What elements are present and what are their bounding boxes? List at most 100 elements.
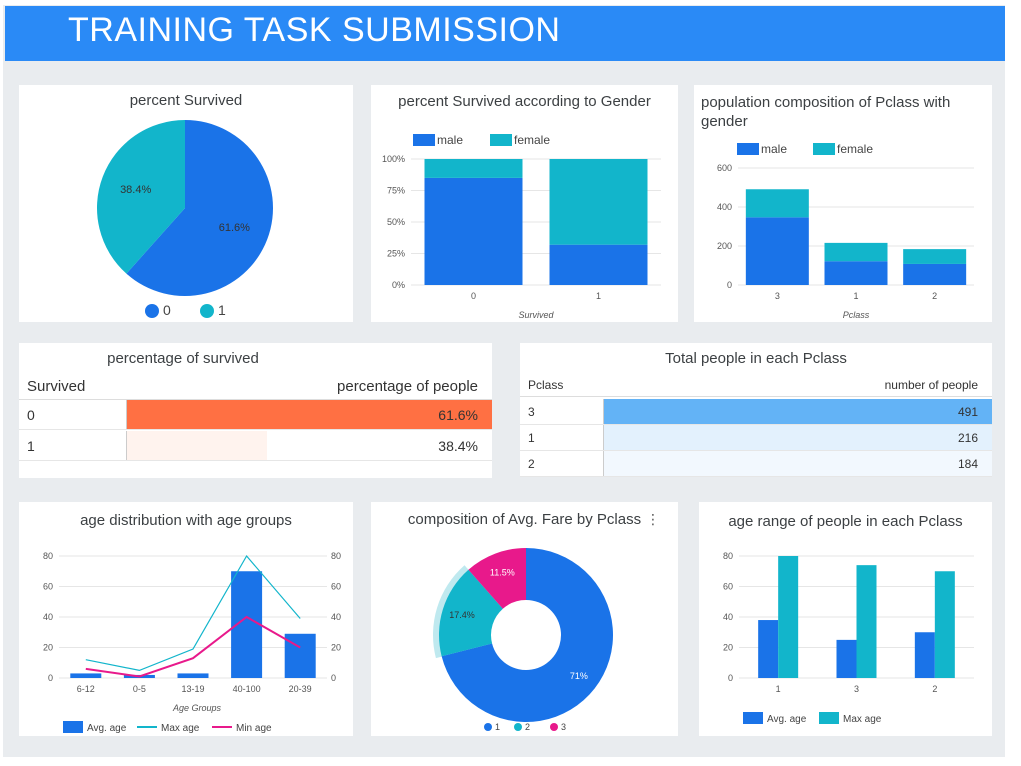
column-header-number[interactable]: number of people <box>885 378 978 392</box>
chart-title: population composition of Pclass with ge… <box>701 94 951 130</box>
legend-label: Min age <box>236 723 272 734</box>
cell-pclass: 3 <box>528 405 535 419</box>
legend-label: 1 <box>218 302 226 318</box>
bar-segment <box>903 249 967 264</box>
legend-label: 3 <box>561 722 566 732</box>
legend-swatch <box>819 712 839 724</box>
x-tick-label: 20-39 <box>289 684 312 694</box>
bar-segment <box>824 261 888 285</box>
x-tick-label: 6-12 <box>77 684 95 694</box>
bar-segment <box>549 244 648 285</box>
x-tick-label: 0-5 <box>133 684 146 694</box>
card-population-pclass[interactable]: population composition of Pclass with ge… <box>694 85 992 322</box>
card-avg-fare[interactable]: composition of Avg. Fare by Pclass ⋮ 71%… <box>371 502 678 736</box>
data-label: 71% <box>570 671 588 681</box>
legend-swatch <box>743 712 763 724</box>
bar-segment <box>745 189 809 218</box>
bar-segment <box>903 263 967 285</box>
series-line <box>85 615 301 678</box>
legend-label: 2 <box>525 722 530 732</box>
bar-chart-age-range: 0 20 40 60 80 1 3 2 Avg. age Max age <box>723 551 974 725</box>
cell-pclass: 2 <box>528 457 535 471</box>
bar-segment <box>745 217 809 285</box>
legend-label: Max age <box>843 714 882 725</box>
value-bar <box>603 425 992 450</box>
y-tick-label: 40 <box>43 612 53 622</box>
y-tick-label: 50% <box>387 217 405 227</box>
y-tick-label: 0 <box>727 280 732 290</box>
x-tick-label: 3 <box>854 684 859 694</box>
y-tick-label: 20 <box>723 643 733 653</box>
table-title: Total people in each Pclass <box>665 350 847 367</box>
bar <box>70 673 102 678</box>
report-header: TRAINING TASK SUBMISSION <box>5 6 1005 61</box>
legend-swatch <box>63 721 83 733</box>
y-tick-label: 0 <box>331 673 336 683</box>
y-tick-label: 20 <box>43 643 53 653</box>
card-age-range[interactable]: age range of people in each Pclass 0 20 40… <box>699 502 992 736</box>
value-bar <box>603 451 992 476</box>
table-title: percentage of survived <box>107 350 259 367</box>
donut-chart-fare: 71% 17.4% 11.5% 1 2 3 <box>433 548 613 732</box>
cell-number: 216 <box>957 431 978 445</box>
bar-segment <box>549 159 648 245</box>
column-header-pclass[interactable]: Pclass <box>528 378 563 392</box>
table-row[interactable]: 1 216 <box>520 425 992 451</box>
card-percent-survived[interactable]: percent Survived 61.6% 38.4% 0 1 <box>19 85 353 322</box>
x-tick-label: 2 <box>932 291 937 301</box>
pie-chart-survived: 61.6% 38.4% 0 1 <box>97 120 273 318</box>
bar <box>914 632 935 678</box>
x-tick-label: 3 <box>775 291 780 301</box>
y-tick-label: 200 <box>717 241 732 251</box>
value-bar <box>126 431 492 460</box>
y-tick-label: 0 <box>48 673 53 683</box>
legend-swatch <box>200 304 214 318</box>
bar-segment <box>424 159 523 178</box>
legend-label: 0 <box>163 302 171 318</box>
legend-swatch <box>514 723 522 731</box>
chart-title: composition of Avg. Fare by Pclass <box>407 511 642 528</box>
legend-label: Avg. age <box>767 714 807 725</box>
legend-swatch <box>813 143 835 155</box>
card-age-distribution[interactable]: age distribution with age groups 0 0 20 20 4… <box>19 502 353 736</box>
stacked-bar-chart-gender: male female 0% 25% 50% 75% 100% 0 1 Survived <box>382 133 661 320</box>
y-tick-label: 0% <box>392 280 405 290</box>
cell-percentage: 38.4% <box>438 438 478 454</box>
table-row[interactable]: 3 491 <box>520 399 992 425</box>
column-header-survived[interactable]: Survived <box>27 378 85 395</box>
y-tick-label: 60 <box>723 582 733 592</box>
y-tick-label: 0 <box>728 673 733 683</box>
x-axis-label: Survived <box>518 310 554 320</box>
y-tick-label: 80 <box>43 551 53 561</box>
y-tick-label: 75% <box>387 186 405 196</box>
x-tick-label: 1 <box>853 291 858 301</box>
card-table-pclass[interactable]: Total people in each Pclass Pclass numbe… <box>520 343 992 477</box>
data-label: 11.5% <box>490 567 515 577</box>
table-row[interactable]: 0 61.6% <box>19 400 492 430</box>
data-label: 38.4% <box>120 184 151 196</box>
x-tick-label: 13-19 <box>181 684 204 694</box>
bar <box>177 673 209 678</box>
legend-label: male <box>437 133 463 147</box>
card-percent-survived-gender[interactable]: percent Survived according to Gender mal… <box>371 85 678 322</box>
cell-pclass: 1 <box>528 431 535 445</box>
y-tick-label: 600 <box>717 163 732 173</box>
card-table-survived[interactable]: percentage of survived Survived percenta… <box>19 343 492 478</box>
column-header-percentage[interactable]: percentage of people <box>337 378 478 395</box>
legend-label: Avg. age <box>87 723 127 734</box>
table-row[interactable]: 2 184 <box>520 451 992 477</box>
value-bar <box>126 400 492 429</box>
bar-segment <box>424 177 523 285</box>
more-options-icon[interactable]: ⋮ <box>646 511 660 528</box>
chart-title: percent Survived <box>129 92 243 109</box>
data-label: 17.4% <box>449 610 475 620</box>
cell-number: 184 <box>957 457 978 471</box>
chart-title: age range of people in each Pclass <box>728 513 963 530</box>
table-row[interactable]: 1 38.4% <box>19 431 492 461</box>
legend-swatch <box>490 134 512 146</box>
series-line <box>85 554 301 671</box>
bar <box>836 639 857 678</box>
cell-percentage: 61.6% <box>438 407 478 423</box>
legend-label: female <box>514 133 550 147</box>
bar <box>934 571 955 678</box>
